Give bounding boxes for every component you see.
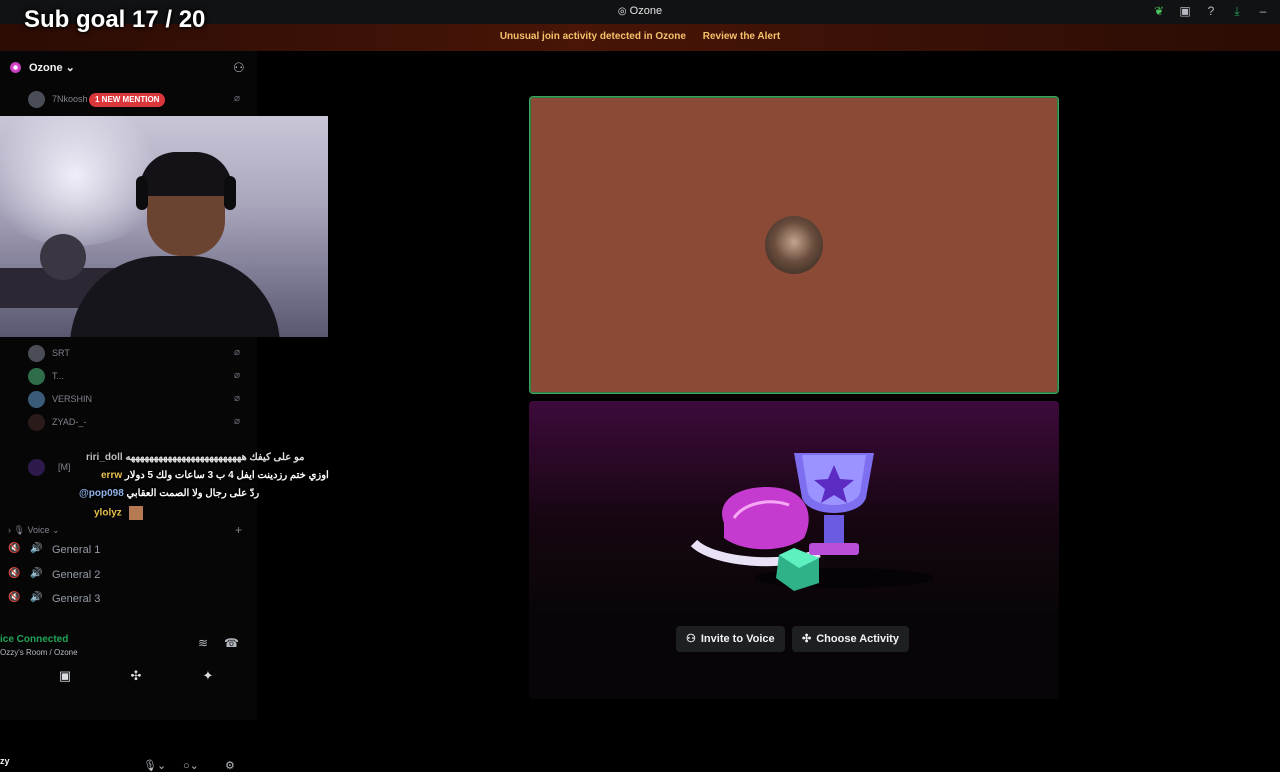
voice-channel-general-3[interactable]: 🔇 🔊 General 3 — [8, 590, 228, 610]
help-icon[interactable]: ? — [1204, 4, 1218, 19]
inbox-icon[interactable]: ▣ — [1178, 4, 1192, 19]
member-row[interactable]: ZYAD-_- ⌀ — [28, 414, 248, 431]
member-name: [M] — [58, 462, 71, 472]
avatar — [28, 345, 45, 362]
speaker-icon: 🔊 — [30, 592, 43, 603]
trophy-gem-illustration — [690, 453, 934, 591]
member-name: ZYAD-_- — [52, 417, 87, 427]
member-name: VERSHIN — [52, 394, 93, 404]
member-name: 7Nkoosh — [52, 94, 88, 104]
muted-icon: 🔇 — [8, 592, 21, 603]
alert-text: Unusual join activity detected in Ozone — [499, 31, 686, 42]
member-row[interactable]: SRT ⌀ — [28, 345, 248, 362]
chat-line: @pop098 ردّ على رجال ولا الصمت العقابي — [79, 488, 260, 499]
review-alert-link[interactable]: Review the Alert — [703, 31, 780, 42]
screen-share-icon[interactable]: ▣ — [40, 668, 90, 688]
add-user-icon: ⚇ — [686, 633, 696, 645]
voice-category-header[interactable]: › 🎙 Voice ⌄ — [8, 525, 60, 536]
minimize-icon[interactable]: – — [1256, 4, 1270, 19]
chat-line: ylolyz — [94, 506, 143, 520]
muted-mic-icon: ⌀ — [234, 416, 241, 427]
streamer-webcam — [0, 116, 328, 337]
avatar — [28, 391, 45, 408]
emote-icon — [128, 506, 143, 520]
server-name: Ozone ⌄ — [29, 62, 75, 74]
disconnect-icon[interactable]: ☎ — [224, 636, 239, 650]
server-icon — [10, 62, 21, 73]
muted-icon: 🔇 — [8, 568, 21, 579]
server-header[interactable]: Ozone ⌄ ⚇ — [0, 51, 257, 83]
avatar — [28, 414, 45, 431]
muted-mic-icon: ⌀ — [234, 393, 241, 404]
speaker-icon: 🔊 — [30, 568, 43, 579]
voice-channel-general-2[interactable]: 🔇 🔊 General 2 — [8, 566, 228, 586]
download-icon[interactable]: ⤓ — [1230, 4, 1244, 19]
muted-icon: 🔇 — [8, 543, 21, 554]
new-mention-badge[interactable]: 1 NEW MENTION — [89, 93, 166, 107]
headset-icon[interactable]: ○⌄ — [183, 759, 199, 772]
voice-status: ice Connected — [0, 634, 69, 645]
activities-icon[interactable]: ✣ — [111, 668, 161, 688]
voice-tile-user[interactable] — [529, 96, 1059, 394]
invite-to-voice-button[interactable]: ⚇ Invite to Voice — [676, 626, 785, 652]
muted-mic-icon: ⌀ — [234, 347, 241, 358]
muted-mic-icon: ⌀ — [234, 93, 241, 104]
user-panel: zy 🎙⌄ ○⌄ ⚙ — [0, 701, 257, 772]
mic-icon[interactable]: 🎙⌄ — [143, 759, 166, 772]
choose-activity-button[interactable]: ✣ Choose Activity — [792, 626, 909, 652]
muted-mic-icon: ⌀ — [234, 370, 241, 381]
add-user-icon[interactable]: ⚇ — [233, 60, 245, 76]
member-row[interactable]: T... ⌀ — [28, 368, 248, 385]
voice-location: Ozzy's Room / Ozone — [0, 648, 78, 657]
leaf-icon[interactable]: ❦ — [1152, 4, 1166, 19]
chat-line: errw اوزي ختم رزدينت ايفل 4 ب 3 ساعات ول… — [101, 470, 329, 481]
activity-tile: ⚇ Invite to Voice ✣ Choose Activity — [529, 401, 1059, 699]
chat-line: riri_doll مو على كيفك هههههههههههههههههه… — [86, 452, 305, 463]
member-name: SRT — [52, 348, 70, 358]
avatar — [28, 368, 45, 385]
sub-goal-overlay: Sub goal 17 / 20 — [24, 6, 206, 33]
noise-suppression-icon[interactable]: ≋ — [198, 636, 208, 650]
avatar — [765, 216, 823, 274]
speaker-icon: 🔊 — [30, 543, 43, 554]
add-channel-icon[interactable]: + — [235, 523, 242, 537]
member-row[interactable]: VERSHIN ⌀ — [28, 391, 248, 408]
avatar — [28, 91, 45, 108]
avatar — [28, 459, 45, 476]
activities-icon: ✣ — [802, 633, 812, 645]
member-name: T... — [52, 371, 65, 381]
username: zy — [0, 756, 10, 766]
settings-icon[interactable]: ⚙ — [225, 759, 235, 772]
server-icon: ◎ — [617, 6, 627, 17]
soundboard-icon[interactable]: ✦ — [183, 668, 233, 688]
voice-channel-general-1[interactable]: 🔇 🔊 General 1 — [8, 541, 228, 561]
